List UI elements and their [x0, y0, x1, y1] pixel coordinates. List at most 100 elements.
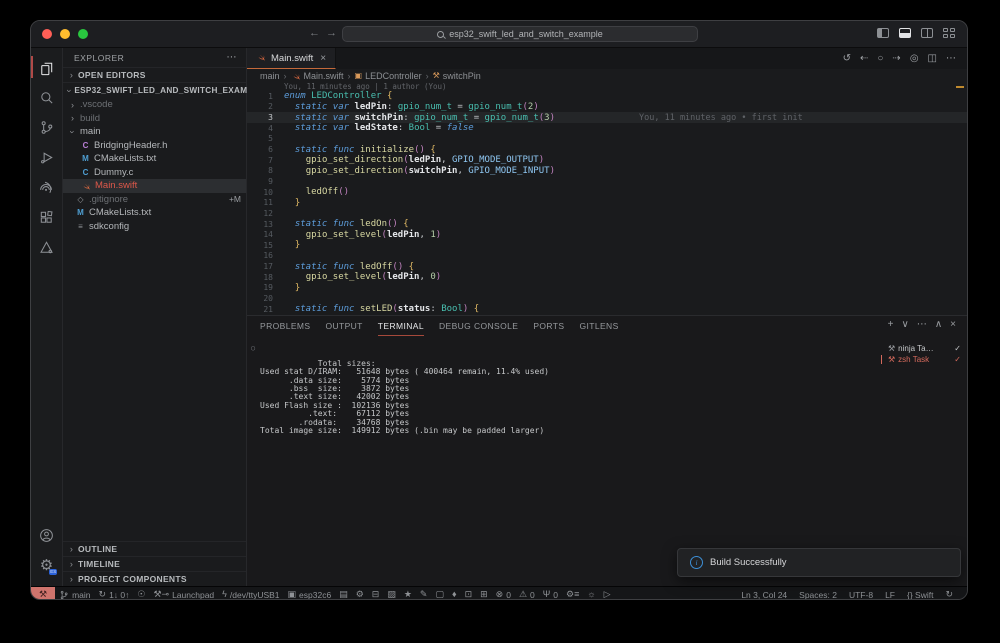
open-changes-icon[interactable]: ○	[877, 53, 883, 64]
nav-forward-icon[interactable]: →	[326, 27, 337, 39]
launch-profile-icon[interactable]: ∨	[902, 319, 909, 330]
tree-item-sdkconfig[interactable]: ≡ sdkconfig	[63, 220, 246, 234]
tree-item-Main.swift[interactable]: Main.swift	[63, 179, 246, 193]
status-language-mode[interactable]: {} Swift	[901, 590, 939, 600]
split-layout-icon[interactable]	[921, 28, 933, 38]
code-line-6[interactable]: 6 static func initialize() {	[247, 144, 967, 155]
code-line-14[interactable]: 14 gpio_set_level(ledPin, 1)	[247, 229, 967, 240]
section-project-components[interactable]: › PROJECT COMPONENTS	[63, 571, 246, 586]
status-serial-port[interactable]: ϟ/dev/ttyUSB1	[218, 590, 283, 600]
panel-tab-debug-console[interactable]: DEBUG CONSOLE	[439, 316, 518, 336]
minimize-window-button[interactable]	[60, 29, 70, 39]
breadcrumb-LEDController[interactable]: ▣ LEDController	[355, 71, 422, 81]
search-view-icon[interactable]	[31, 82, 63, 112]
accounts-icon[interactable]	[31, 520, 63, 550]
code-line-7[interactable]: 7 gpio_set_direction(ledPin, GPIO_MODE_O…	[247, 155, 967, 166]
tree-item-build[interactable]: › build	[63, 112, 246, 126]
espressif-idf-icon[interactable]	[31, 172, 63, 202]
panel-tab-terminal[interactable]: TERMINAL	[377, 316, 424, 336]
code-editor[interactable]: You, 11 minutes ago | 1 author (You) 1 en…	[247, 82, 967, 315]
code-line-16[interactable]: 16	[247, 251, 967, 262]
status-ports-count[interactable]: Ψ0	[539, 590, 562, 600]
status-eol[interactable]: LF	[879, 590, 901, 600]
toggle-sidebar-icon[interactable]	[877, 28, 889, 38]
gitlens-authorship[interactable]: You, 11 minutes ago | 1 author (You)	[247, 82, 967, 91]
panel-tab-gitlens[interactable]: GITLENS	[579, 316, 618, 336]
next-change-icon[interactable]: ⇢	[892, 53, 900, 64]
open-editors-section[interactable]: › OPEN EDITORS	[63, 67, 246, 82]
tree-item-CMakeLists.txt[interactable]: M CMakeLists.txt	[63, 206, 246, 220]
split-editor-icon[interactable]: ◫	[928, 53, 937, 64]
status-open-folder-icon[interactable]: ▤	[335, 590, 352, 599]
new-terminal-icon[interactable]: +	[888, 319, 894, 330]
tree-item-CMakeLists.txt[interactable]: M CMakeLists.txt	[63, 152, 246, 166]
code-line-3[interactable]: 3 static var switchPin: gpio_num_t = gpi…	[247, 112, 967, 123]
code-line-15[interactable]: 15 }	[247, 240, 967, 251]
terminal-instance-zsh-task[interactable]: ⚒ zsh Task ✓	[881, 354, 967, 365]
tab-main-swift[interactable]: Main.swift ×	[247, 48, 337, 69]
status-indentation[interactable]: Spaces: 2	[793, 590, 843, 600]
notification-toast[interactable]: i Build Successfully	[677, 548, 961, 577]
panel-tab-output[interactable]: OUTPUT	[325, 316, 362, 336]
cmake-view-icon[interactable]	[31, 232, 63, 262]
panel-tab-problems[interactable]: PROBLEMS	[260, 316, 310, 336]
breadcrumb-Main.swift[interactable]: Main.swift	[291, 71, 344, 81]
status-edit-icon[interactable]: ✎	[416, 590, 432, 599]
status-monitor-icon[interactable]: ▢	[431, 590, 448, 599]
timeline-icon[interactable]: ↺	[843, 53, 851, 64]
code-line-21[interactable]: 21 static func setLED(status: Bool) {	[247, 304, 967, 315]
tree-item-main[interactable]: › main	[63, 125, 246, 139]
code-line-1[interactable]: 1 enum LEDController {	[247, 91, 967, 102]
section-timeline[interactable]: › TIMELINE	[63, 556, 246, 571]
code-line-13[interactable]: 13 static func ledOn() {	[247, 219, 967, 230]
breadcrumb-switchPin[interactable]: ⚒ switchPin	[433, 71, 481, 81]
code-line-10[interactable]: 10 ledOff()	[247, 187, 967, 198]
terminal-instance-ninja-ta-[interactable]: ⚒ ninja Ta… ✓	[881, 343, 967, 354]
command-center-search[interactable]: esp32_swift_led_and_switch_example	[342, 26, 698, 42]
code-line-9[interactable]: 9	[247, 176, 967, 187]
nav-back-icon[interactable]: ←	[309, 27, 320, 39]
extensions-icon[interactable]	[31, 202, 63, 232]
close-panel-icon[interactable]: ×	[950, 319, 956, 330]
status-encoding[interactable]: UTF-8	[843, 590, 879, 600]
status-run-task-icon[interactable]: ▷	[600, 590, 615, 599]
tree-item-.vscode[interactable]: › .vscode	[63, 98, 246, 112]
tree-item-BridgingHeader.h[interactable]: C BridgingHeader.h	[63, 139, 246, 153]
previous-change-icon[interactable]: ⇠	[860, 53, 868, 64]
code-line-5[interactable]: 5	[247, 134, 967, 145]
maximize-panel-icon[interactable]: ∧	[935, 319, 942, 330]
code-line-11[interactable]: 11 }	[247, 197, 967, 208]
section-outline[interactable]: › OUTLINE	[63, 541, 246, 556]
breadcrumb-main[interactable]: main	[260, 71, 280, 81]
status-device-icon[interactable]: ☉	[133, 590, 149, 599]
status-device-target[interactable]: ▣ esp32c6	[284, 590, 336, 600]
code-line-17[interactable]: 17 static func ledOff() {	[247, 261, 967, 272]
tree-item-.gitignore[interactable]: ◇ .gitignore +M	[63, 193, 246, 207]
status-espidf-tools-remote[interactable]: ⚒	[31, 587, 56, 599]
project-root-section[interactable]: › ESP32_SWIFT_LED_AND_SWITCH_EXAMPLE	[63, 82, 264, 98]
command-decoration-icon[interactable]: ○	[251, 344, 255, 352]
more-actions-icon[interactable]: ⋯	[946, 53, 956, 64]
status-git-branch[interactable]: main	[55, 590, 94, 599]
status-full-clean-icon[interactable]: ⊟	[368, 590, 384, 599]
status-menuconfig-gear-icon[interactable]: ⚙	[352, 590, 368, 599]
run-debug-icon[interactable]	[31, 142, 63, 172]
settings-gear-icon[interactable]: ⚙ ES	[31, 550, 63, 580]
tree-item-Dummy.c[interactable]: C Dummy.c	[63, 166, 246, 180]
close-window-button[interactable]	[42, 29, 52, 39]
status-git-sync[interactable]: ↻ 1↓ 0↑	[95, 590, 134, 600]
status-idf-settings-icon[interactable]: ⚙≡	[562, 590, 583, 599]
panel-tab-ports[interactable]: PORTS	[533, 316, 564, 336]
status-errors-count[interactable]: ⊗ 0	[492, 590, 515, 600]
toggle-panel-icon[interactable]	[899, 28, 911, 38]
source-control-icon[interactable]	[31, 112, 63, 142]
status-select-flash-method-icon[interactable]: ★	[400, 590, 416, 599]
status-launchpad[interactable]: ⚒⊸ Launchpad	[149, 590, 218, 600]
run-icon[interactable]: ◎	[910, 53, 919, 64]
code-line-12[interactable]: 12	[247, 208, 967, 219]
status-cursor-position[interactable]: Ln 3, Col 24	[735, 590, 793, 600]
customize-layout-icon[interactable]	[943, 28, 955, 38]
code-line-8[interactable]: 8 gpio_set_direction(switchPin, GPIO_MOD…	[247, 165, 967, 176]
status-warnings-count[interactable]: ⚠ 0	[515, 590, 539, 600]
explorer-icon[interactable]	[31, 52, 63, 82]
